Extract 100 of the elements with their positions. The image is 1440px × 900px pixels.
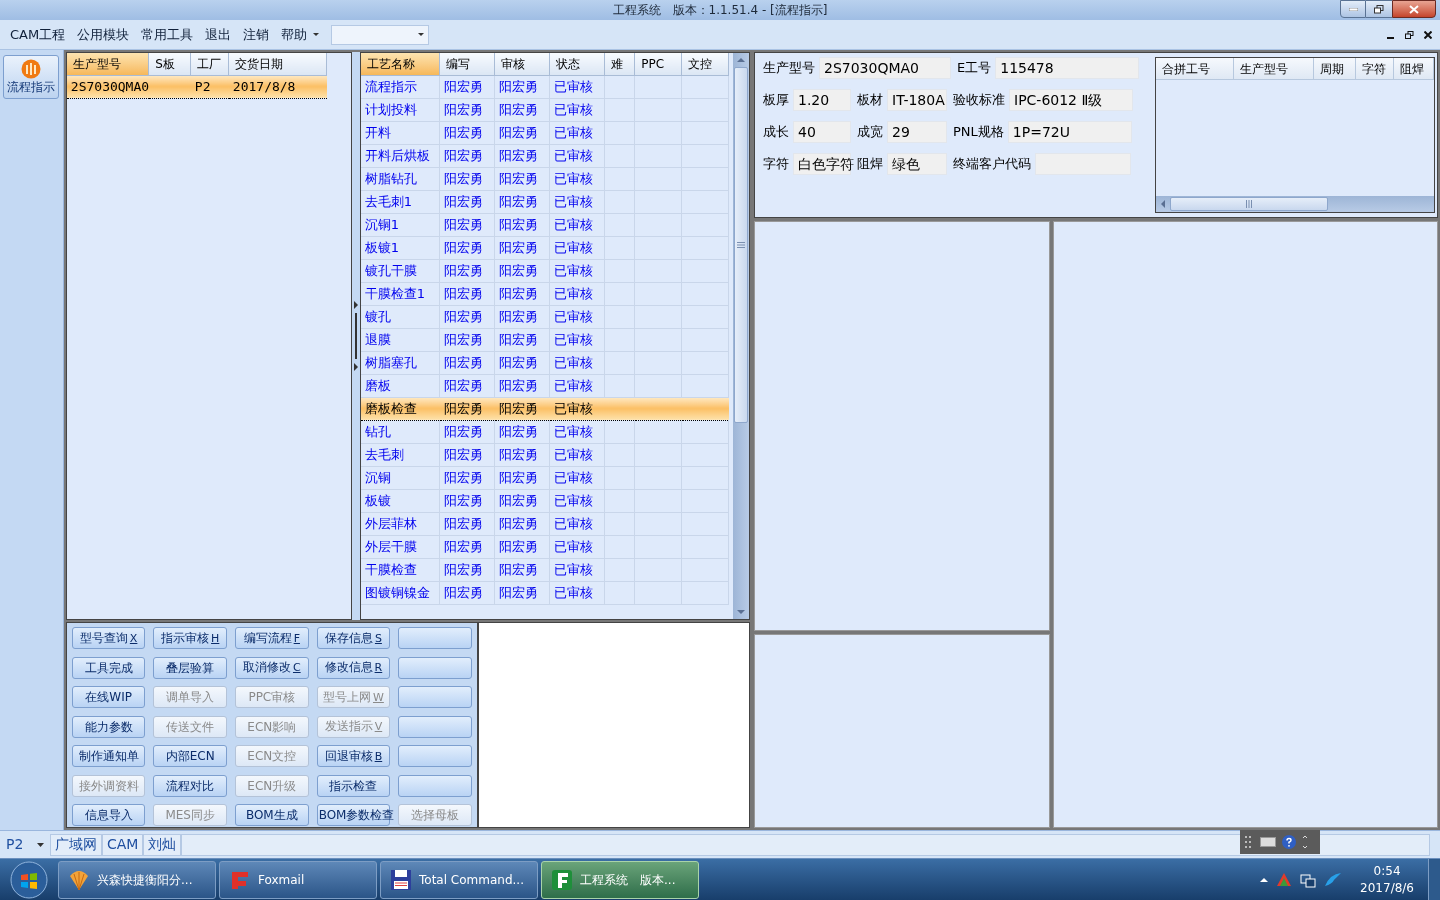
taskbar-button[interactable]: 工程系统 版本... xyxy=(541,860,699,899)
action-button[interactable] xyxy=(398,627,472,649)
close-icon[interactable] xyxy=(1424,30,1432,39)
column-header[interactable]: 状态 xyxy=(549,53,605,75)
table-cell: 阳宏勇 xyxy=(494,144,550,167)
column-header[interactable]: 生产型号 xyxy=(66,53,149,75)
keyboard-icon[interactable] xyxy=(1260,837,1276,847)
scrollbar-thumb[interactable] xyxy=(733,67,748,423)
table-cell: 板镀 xyxy=(360,489,440,512)
column-header[interactable]: 审核 xyxy=(494,53,550,75)
action-button[interactable]: 在线WIP xyxy=(71,686,146,709)
taskbar-button[interactable]: Foxmail xyxy=(219,860,377,899)
action-button[interactable]: 内部ECN xyxy=(153,745,227,768)
text-field[interactable]: 1.20 xyxy=(793,89,851,111)
column-header[interactable]: 难 xyxy=(604,53,635,75)
action-button[interactable]: 编写流程 F xyxy=(235,627,309,649)
app-icon xyxy=(550,867,574,892)
menu-item[interactable]: 帮助 xyxy=(275,24,326,45)
horizontal-scrollbar[interactable] xyxy=(1156,196,1434,212)
options-caret-icon[interactable] xyxy=(1302,835,1308,849)
table-cell: 阳宏勇 xyxy=(439,213,495,236)
nav-button[interactable]: 流程指示 xyxy=(3,55,60,99)
plant-dropdown[interactable]: P2 xyxy=(0,832,50,857)
table-cell: 阳宏勇 xyxy=(439,374,495,397)
show-desktop-button[interactable] xyxy=(1428,858,1440,900)
column-header[interactable]: PPC xyxy=(634,53,682,75)
action-button: MES同步 xyxy=(153,804,227,827)
table-cell: 已审核 xyxy=(549,236,605,259)
clock-time: 0:54 xyxy=(1373,862,1401,880)
action-button[interactable] xyxy=(398,686,472,709)
action-button[interactable] xyxy=(398,774,472,797)
action-button[interactable]: 流程对比 xyxy=(153,774,227,797)
action-button[interactable]: 制作通知单 xyxy=(71,745,146,768)
table-cell: 已审核 xyxy=(549,512,605,535)
menu-item[interactable]: 注销 xyxy=(237,24,276,45)
action-button[interactable]: 指示审核 H xyxy=(153,627,227,649)
table-cell: 沉铜1 xyxy=(360,213,440,236)
menu-item[interactable]: 退出 xyxy=(199,24,238,45)
dropdown-field[interactable] xyxy=(331,24,430,45)
minimize-button[interactable] xyxy=(1340,0,1366,18)
text-field[interactable]: IT-180A xyxy=(887,89,947,111)
clock-date: 2017/8/6 xyxy=(1360,879,1414,897)
action-button[interactable]: 工具完成 xyxy=(71,656,146,679)
menu-item[interactable]: 公用模块 xyxy=(71,24,136,45)
text-field[interactable]: 115478 xyxy=(995,57,1140,79)
column-header[interactable]: 阻焊 xyxy=(1394,58,1434,80)
table-cell: 已审核 xyxy=(549,282,605,305)
action-button[interactable]: BOM生成 xyxy=(235,804,309,827)
taskbar-button[interactable]: Total Command... xyxy=(380,860,538,899)
column-header[interactable]: 编写 xyxy=(439,53,495,75)
column-header[interactable]: 工艺名称 xyxy=(360,53,440,75)
show-hidden-icons-icon[interactable] xyxy=(1260,876,1269,883)
action-button[interactable]: 回退审核 B xyxy=(316,745,391,768)
action-button[interactable]: 指示检查 xyxy=(316,774,391,797)
column-header[interactable]: 合拼工号 xyxy=(1156,58,1234,80)
action-button[interactable]: 叠层验算 xyxy=(153,656,227,679)
table-cell: 已审核 xyxy=(549,259,605,282)
help-icon[interactable] xyxy=(1282,835,1296,849)
table-cell: 阳宏勇 xyxy=(494,282,550,305)
action-button[interactable]: 修改信息 R xyxy=(316,656,391,679)
column-header[interactable]: 文控 xyxy=(681,53,729,75)
vertical-scrollbar[interactable] xyxy=(732,53,749,619)
action-button[interactable]: 能力参数 xyxy=(71,715,146,738)
minimize-icon xyxy=(1348,7,1358,11)
action-button[interactable] xyxy=(398,745,472,768)
text-field[interactable]: 绿色 xyxy=(887,153,947,175)
column-header[interactable]: 周期 xyxy=(1314,58,1356,80)
restore-icon[interactable] xyxy=(1405,30,1414,39)
column-header[interactable]: 工厂 xyxy=(190,53,229,75)
splitter-handle-icon[interactable] xyxy=(353,301,358,371)
grip-icon xyxy=(1244,834,1254,850)
column-header[interactable]: 字符 xyxy=(1356,58,1394,80)
text-field[interactable]: 2S7030QMA0 xyxy=(819,57,951,79)
close-button[interactable] xyxy=(1392,0,1436,18)
scrollbar-thumb[interactable] xyxy=(1170,197,1328,211)
taskbar-button[interactable]: 兴森快捷衡阳分... xyxy=(58,860,216,899)
text-field[interactable]: 40 xyxy=(793,121,851,143)
text-field[interactable]: IPC-6012 Ⅱ级 xyxy=(1009,89,1133,111)
feather-icon[interactable] xyxy=(1324,871,1343,888)
column-header[interactable]: 交货日期 xyxy=(228,53,327,75)
table-cell: 阳宏勇 xyxy=(494,351,550,374)
maximize-button[interactable] xyxy=(1366,0,1392,18)
network-icon[interactable] xyxy=(1300,871,1317,888)
tray-app-icon[interactable] xyxy=(1276,871,1293,888)
field-label: E工号 xyxy=(957,59,992,78)
action-button[interactable]: 保存信息 S xyxy=(316,627,391,649)
column-header[interactable]: S板 xyxy=(148,53,191,75)
action-button[interactable]: 取消修改 C xyxy=(235,656,309,679)
language-bar[interactable] xyxy=(1240,830,1320,854)
action-button[interactable]: 信息导入 xyxy=(71,804,146,827)
column-header[interactable]: 生产型号 xyxy=(1234,58,1314,80)
menu-item[interactable]: CAM工程 xyxy=(4,24,72,45)
start-button[interactable] xyxy=(10,860,48,899)
action-button: 发送指示 V xyxy=(316,715,391,738)
text-field[interactable]: 1P=72U xyxy=(1007,121,1132,143)
action-button[interactable] xyxy=(398,656,472,679)
text-field[interactable]: 29 xyxy=(887,121,947,143)
menu-item[interactable]: 常用工具 xyxy=(135,24,200,45)
action-button[interactable] xyxy=(398,715,472,738)
action-button[interactable]: 型号查询 X xyxy=(71,627,146,649)
